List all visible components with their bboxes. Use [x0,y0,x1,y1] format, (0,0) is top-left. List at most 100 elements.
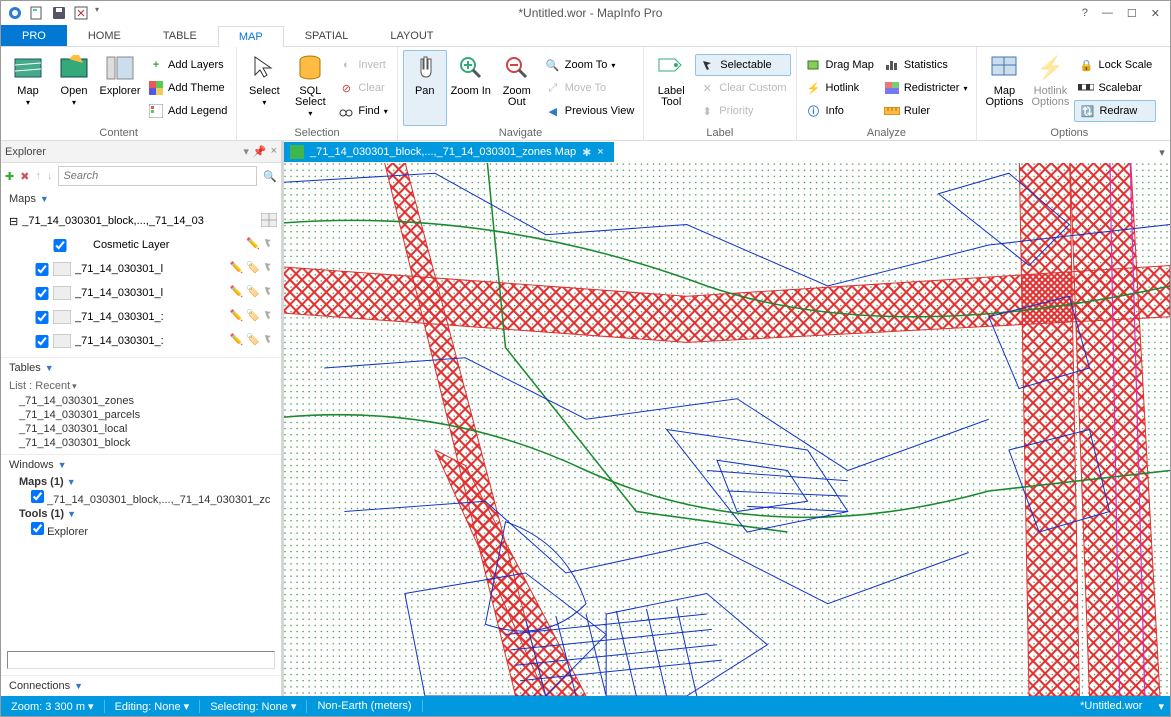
explorer-tool-down-icon[interactable]: ↓ [47,170,53,182]
label-tool-button[interactable]: Label Tool [649,50,693,126]
status-editing[interactable]: Editing: None ▾ [105,700,201,713]
sql-select-button[interactable]: SQL Select▾ [288,50,332,126]
table-item[interactable]: _71_14_030301_block [1,436,281,450]
select-button[interactable]: Select▾ [242,50,286,126]
add-theme-button[interactable]: Add Theme [144,77,231,99]
info-button[interactable]: ⓘInfo [802,100,878,122]
cosmetic-visible-checkbox[interactable] [53,239,67,252]
open-button[interactable]: Open▾ [52,50,96,126]
tables-section[interactable]: Tables▼ [1,358,281,378]
layer-name[interactable]: _71_14_030301_: [75,335,226,347]
explorer-close-icon[interactable]: × [271,145,277,158]
add-layers-button[interactable]: +Add Layers [144,54,231,76]
maximize-button[interactable]: ☐ [1127,7,1137,20]
table-item[interactable]: _71_14_030301_local [1,422,281,436]
pencil-icon[interactable]: ✏️ [230,333,244,350]
window-item[interactable]: _71_14_030301_block,...,_71_14_030301_zc [47,494,270,506]
ruler-button[interactable]: Ruler [880,100,972,122]
tab-layout[interactable]: LAYOUT [369,25,454,46]
pencil-icon[interactable]: ✏️ [230,261,244,278]
top-layer-name[interactable]: _71_14_030301_block,...,_71_14_03 [22,215,257,227]
hotlink-button[interactable]: ⚡Hotlink [802,77,878,99]
tool-item[interactable]: Explorer [47,526,88,538]
redistricter-button[interactable]: Redistricter ▾ [880,77,972,99]
search-input[interactable] [58,166,257,186]
maps-section[interactable]: Maps▼ [1,189,281,209]
close-button[interactable]: ✕ [1151,7,1160,20]
tree-collapse-icon[interactable]: ⊟ [9,215,18,228]
explorer-hscroll[interactable] [7,651,275,669]
pencil-icon[interactable]: ✏️ [230,285,244,302]
layer-select-icon[interactable] [263,309,277,326]
pencil-icon[interactable]: ✏️ [246,237,260,254]
drag-map-button[interactable]: Drag Map [802,54,878,76]
find-button[interactable]: Find ▾ [334,100,391,122]
label-tag-icon[interactable]: 🏷️ [246,261,260,278]
clear-custom-button[interactable]: ✕Clear Custom [695,77,790,99]
zoom-to-button[interactable]: 🔍Zoom To ▾ [541,54,639,76]
scalebar-button[interactable]: Scalebar [1074,77,1156,99]
layer-checkbox[interactable] [35,335,49,348]
priority-button[interactable]: ⬍Priority [695,100,790,122]
tab-pro[interactable]: PRO [1,25,67,46]
list-recent[interactable]: List : Recent [1,378,281,394]
search-icon[interactable]: 🔍 [263,170,277,183]
explorer-tool-delete-icon[interactable]: ✖ [20,170,29,183]
map-button[interactable]: Map▾ [6,50,50,126]
explorer-button[interactable]: Explorer [98,50,142,126]
pin-icon[interactable]: 📌 [253,145,267,158]
status-zoom[interactable]: Zoom: 3 300 m ▾ [1,700,105,713]
tab-map[interactable]: MAP [218,26,284,47]
layer-select-icon[interactable] [263,333,277,350]
maps-count[interactable]: Maps (1) [19,476,64,488]
map-document-tab[interactable]: _71_14_030301_block,...,_71_14_030301_zo… [284,142,614,162]
layer-checkbox[interactable] [35,287,49,300]
layer-style-icon[interactable] [261,213,277,230]
status-dropdown-icon[interactable]: ▾ [1152,700,1170,713]
qat-save-icon[interactable] [51,5,67,21]
hotlink-options-button[interactable]: ⚡ Hotlink Options [1028,50,1072,126]
pan-button[interactable]: Pan [403,50,447,126]
statistics-button[interactable]: Statistics [880,54,972,76]
layer-name[interactable]: _71_14_030301_: [75,311,226,323]
map-options-button[interactable]: Map Options [982,50,1026,126]
cosmetic-layer-name[interactable]: Cosmetic Layer [93,239,242,251]
map-canvas[interactable] [284,163,1170,696]
add-legend-button[interactable]: Add Legend [144,100,231,122]
redraw-button[interactable]: 🔃Redraw [1074,100,1156,122]
window-checkbox[interactable] [31,490,44,503]
help-button[interactable]: ? [1082,7,1088,20]
qat-new-icon[interactable] [29,5,45,21]
label-tag-icon[interactable]: 🏷️ [246,285,260,302]
qat-close-icon[interactable] [73,5,89,21]
windows-section[interactable]: Windows▼ [1,455,281,475]
layer-checkbox[interactable] [35,311,49,324]
invert-button[interactable]: ◐Invert [334,54,391,76]
zoom-in-button[interactable]: Zoom In [449,50,493,126]
minimize-button[interactable]: — [1102,7,1113,20]
connections-section[interactable]: Connections▼ [1,676,281,696]
tab-spatial[interactable]: SPATIAL [284,25,370,46]
tab-dropdown-icon[interactable]: ▾ [1154,146,1170,159]
label-tag-icon[interactable]: 🏷️ [246,333,260,350]
tools-count[interactable]: Tools (1) [19,508,64,520]
selectable-button[interactable]: Selectable [695,54,790,76]
layer-name[interactable]: _71_14_030301_l [75,263,226,275]
previous-view-button[interactable]: ◀Previous View [541,100,639,122]
layer-select-icon[interactable] [263,261,277,278]
lock-scale-button[interactable]: 🔒Lock Scale [1074,54,1156,76]
table-item[interactable]: _71_14_030301_zones [1,394,281,408]
layer-select-icon[interactable] [263,237,277,254]
clear-button[interactable]: ⊘Clear [334,77,391,99]
move-to-button[interactable]: ⤢Move To [541,77,639,99]
zoom-out-button[interactable]: Zoom Out [495,50,539,126]
tool-checkbox[interactable] [31,522,44,535]
tab-home[interactable]: HOME [67,25,142,46]
explorer-tool-add-icon[interactable]: ✚ [5,170,14,183]
tab-table[interactable]: TABLE [142,25,218,46]
status-selecting[interactable]: Selecting: None ▾ [200,700,307,713]
label-tag-icon[interactable]: 🏷️ [246,309,260,326]
pencil-icon[interactable]: ✏️ [230,309,244,326]
explorer-tool-up-icon[interactable]: ↑ [35,170,41,182]
explorer-dropdown-icon[interactable]: ▾ [243,145,249,158]
